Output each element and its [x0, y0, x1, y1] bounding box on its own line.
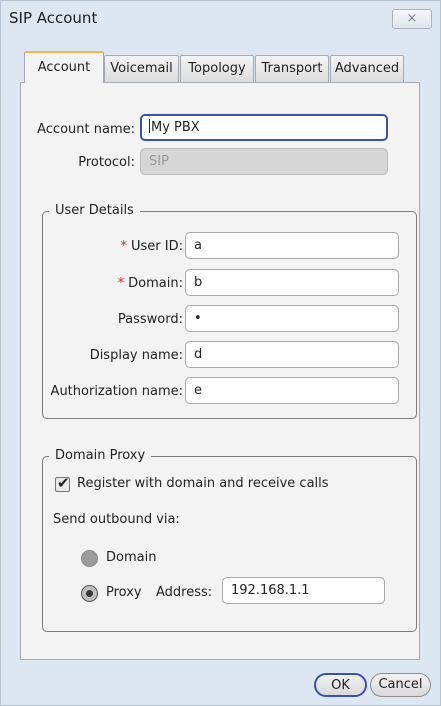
close-icon: ×: [406, 11, 418, 26]
protocol-field: SIP: [140, 148, 388, 175]
display-name-label: Display name:: [89, 348, 183, 363]
register-label: Register with domain and receive calls: [77, 476, 329, 491]
domain-proxy-group: Domain Proxy ✔ Register with domain and …: [42, 448, 417, 632]
authorization-name-label: Authorization name:: [50, 384, 183, 399]
password-label: Password:: [117, 312, 183, 327]
proxy-radio[interactable]: [81, 585, 98, 602]
user-id-input[interactable]: a: [185, 232, 399, 259]
tab-transport[interactable]: Transport: [255, 55, 329, 82]
send-outbound-label: Send outbound via:: [53, 512, 180, 527]
title-bar: SIP Account ×: [1, 1, 440, 37]
proxy-radio-label: Proxy: [106, 585, 142, 600]
text-caret: [149, 119, 150, 133]
authorization-name-input[interactable]: e: [185, 377, 399, 404]
register-checkbox[interactable]: ✔: [55, 474, 70, 492]
account-name-label: Account name:: [37, 122, 135, 137]
domain-radio[interactable]: [81, 550, 98, 567]
protocol-label: Protocol:: [78, 155, 135, 170]
domain-label: * Domain:: [117, 276, 183, 291]
ok-button[interactable]: OK: [314, 673, 367, 697]
user-details-legend: User Details: [49, 203, 140, 219]
address-label: Address:: [156, 585, 213, 600]
sip-account-dialog: SIP Account × Account Voicemail Topology…: [0, 0, 441, 706]
window-title: SIP Account: [9, 9, 98, 27]
display-name-input[interactable]: d: [185, 341, 399, 368]
user-details-group: User Details * User ID: a * Domain: b Pass…: [42, 203, 417, 419]
password-input[interactable]: •: [185, 305, 399, 332]
address-input[interactable]: 192.168.1.1: [222, 577, 385, 604]
close-button[interactable]: ×: [392, 9, 432, 29]
tab-advanced[interactable]: Advanced: [330, 55, 404, 82]
radio-dot-icon: [86, 590, 93, 597]
domain-proxy-legend: Domain Proxy: [49, 448, 152, 464]
user-id-label: * User ID:: [120, 239, 184, 254]
tab-topology[interactable]: Topology: [180, 55, 254, 82]
tab-account[interactable]: Account: [24, 51, 104, 83]
cancel-button[interactable]: Cancel: [370, 673, 431, 697]
account-name-input[interactable]: My PBX: [140, 114, 388, 141]
account-tab-panel: Account name: My PBX Protocol: SIP User …: [20, 82, 420, 660]
checkmark-icon: ✔: [57, 474, 70, 492]
domain-input[interactable]: b: [185, 269, 399, 296]
tab-voicemail[interactable]: Voicemail: [104, 55, 179, 82]
domain-radio-label: Domain: [106, 550, 157, 565]
